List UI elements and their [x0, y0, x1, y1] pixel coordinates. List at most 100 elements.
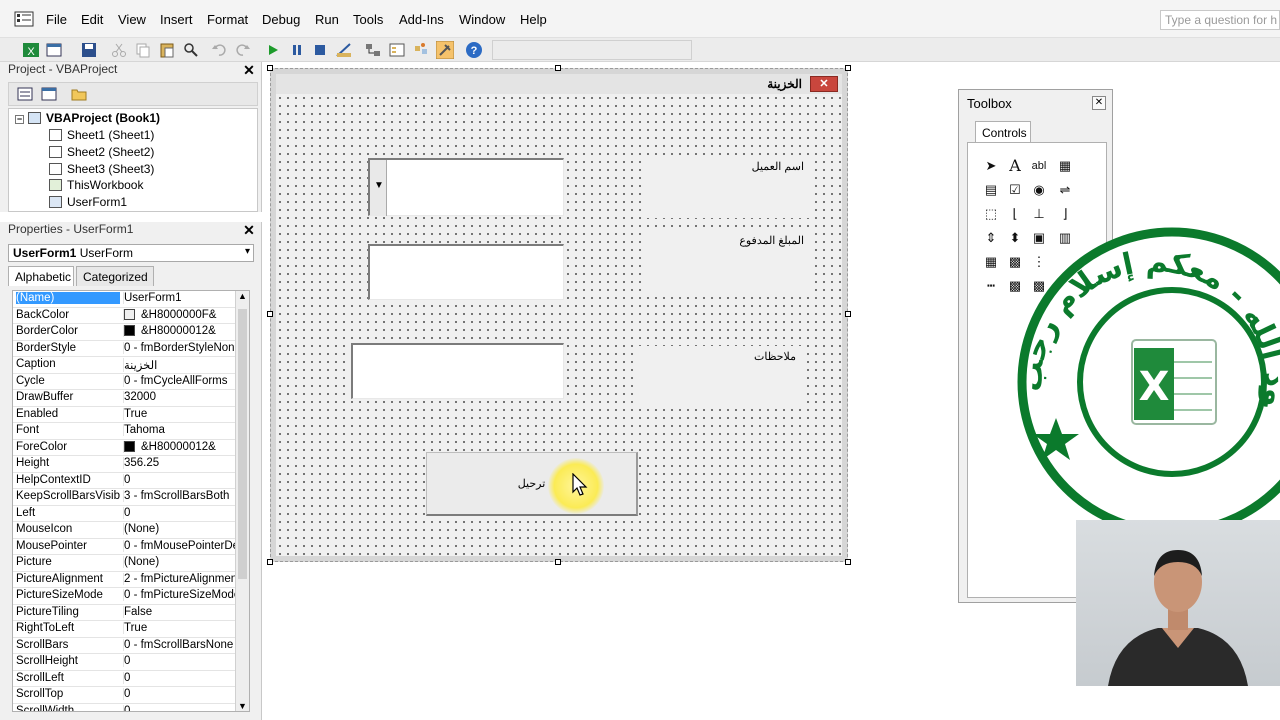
resize-handle[interactable] — [555, 559, 561, 565]
resize-handle[interactable] — [845, 559, 851, 565]
resize-handle[interactable] — [267, 65, 273, 71]
property-value[interactable]: 32000 — [123, 391, 235, 403]
pause-icon[interactable] — [288, 41, 306, 59]
textbox-tool-icon[interactable]: abl — [1030, 157, 1048, 175]
property-value[interactable]: True — [123, 622, 235, 634]
property-row[interactable]: BorderStyle 0 - fmBorderStyleNone — [13, 341, 237, 357]
paste-icon[interactable] — [158, 41, 176, 59]
property-value[interactable]: 2 - fmPictureAlignmentCenter — [123, 572, 235, 585]
property-row[interactable]: (Name) UserForm1 — [13, 291, 237, 308]
property-row[interactable]: Font Tahoma — [13, 423, 237, 440]
close-icon[interactable]: ✕ — [242, 223, 256, 237]
tab-controls[interactable]: Controls — [975, 121, 1031, 143]
tree-item-sheet2[interactable]: Sheet2 (Sheet2) — [49, 145, 154, 161]
property-value[interactable]: 0 — [123, 506, 235, 519]
property-value[interactable]: 0 - fmScrollBarsNone — [123, 638, 235, 651]
close-icon[interactable]: ✕ — [810, 76, 838, 92]
menu-window[interactable]: Window — [459, 12, 505, 27]
project-explorer-icon[interactable] — [364, 41, 382, 59]
property-row[interactable]: Height 356.25 — [13, 456, 237, 473]
property-value[interactable]: 0 - fmBorderStyleNone — [123, 341, 235, 354]
property-value[interactable]: 0 — [123, 473, 235, 486]
property-row[interactable]: PictureTiling False — [13, 605, 237, 621]
run-icon[interactable] — [264, 41, 282, 59]
togglebutton-tool-icon[interactable]: ⇌ — [1056, 181, 1074, 199]
property-row[interactable]: RightToLeft True — [13, 621, 237, 638]
property-row[interactable]: Caption الخزينة — [13, 357, 237, 374]
resize-handle[interactable] — [267, 311, 273, 317]
menu-edit[interactable]: Edit — [81, 12, 103, 27]
ask-question-input[interactable]: Type a question for h — [1160, 10, 1280, 30]
property-value[interactable]: 0 - fmMousePointerDefault — [123, 539, 235, 552]
property-value[interactable]: 356.25 — [123, 457, 235, 469]
toolbox-icon[interactable] — [436, 41, 454, 59]
object-selector-dropdown[interactable]: UserForm1 UserForm ▾ — [8, 244, 254, 262]
property-row[interactable]: ScrollWidth 0 — [13, 704, 237, 711]
redo-icon[interactable] — [234, 41, 252, 59]
property-value[interactable]: (None) — [123, 523, 235, 535]
post-button[interactable]: ترحيل — [426, 452, 638, 516]
label-tool-icon[interactable]: A — [1006, 157, 1024, 175]
scroll-down-icon[interactable]: ▼ — [238, 701, 247, 711]
property-row[interactable]: Picture (None) — [13, 555, 237, 572]
optionbutton-tool-icon[interactable]: ◉ — [1030, 181, 1048, 199]
property-value[interactable]: 0 — [123, 704, 235, 711]
chevron-down-icon[interactable]: ▼ — [374, 180, 384, 191]
chevron-down-icon[interactable]: ▾ — [245, 246, 250, 257]
property-row[interactable]: PictureAlignment 2 - fmPictureAlignmentCe… — [13, 572, 237, 588]
property-value[interactable]: 0 — [123, 655, 235, 667]
menu-debug[interactable]: Debug — [262, 12, 300, 27]
tabstrip-tool-icon[interactable]: ⊥ — [1030, 205, 1048, 223]
object-browser-icon[interactable] — [412, 41, 430, 59]
menu-help[interactable]: Help — [520, 12, 547, 27]
reset-icon[interactable] — [311, 41, 329, 59]
folder-icon[interactable] — [71, 87, 87, 101]
property-value[interactable]: &H80000012& — [123, 440, 235, 453]
listbox-tool-icon[interactable]: ▤ — [982, 181, 1000, 199]
property-value[interactable]: False — [123, 605, 235, 618]
property-row[interactable]: ScrollTop 0 — [13, 687, 237, 704]
property-row[interactable]: Left 0 — [13, 506, 237, 522]
scrollbar-tool-icon[interactable]: ⇕ — [982, 229, 1000, 247]
customer-combobox[interactable]: ▼ — [368, 158, 564, 216]
properties-scrollbar[interactable]: ▲ ▼ — [235, 291, 249, 711]
property-value[interactable]: &H8000000F& — [123, 308, 235, 321]
menu-format[interactable]: Format — [207, 12, 248, 27]
tree-root[interactable]: − VBAProject (Book1) — [15, 111, 160, 127]
property-value[interactable]: 0 - fmPictureSizeModeClip — [123, 589, 235, 601]
property-row[interactable]: MouseIcon (None) — [13, 522, 237, 539]
property-value[interactable]: &H80000012& — [123, 325, 235, 337]
tree-item-sheet3[interactable]: Sheet3 (Sheet3) — [49, 162, 154, 178]
menu-run[interactable]: Run — [315, 12, 339, 27]
combobox-dropdown-button[interactable]: ▼ — [370, 160, 387, 216]
property-row[interactable]: ScrollHeight 0 — [13, 654, 237, 671]
copy-icon[interactable] — [134, 41, 152, 59]
menu-view[interactable]: View — [118, 12, 146, 27]
property-row[interactable]: MousePointer 0 - fmMousePointerDefault — [13, 539, 237, 555]
grid-tool-icon[interactable]: ▦ — [982, 253, 1000, 271]
property-row[interactable]: DrawBuffer 32000 — [13, 390, 237, 407]
select-objects-icon[interactable]: ➤ — [982, 157, 1000, 175]
view-object-icon[interactable] — [41, 87, 57, 101]
properties-window-icon[interactable] — [388, 41, 406, 59]
design-mode-icon[interactable] — [335, 41, 353, 59]
excel-view-icon[interactable]: X — [22, 41, 40, 59]
menu-add-ins[interactable]: Add-Ins — [399, 12, 444, 27]
vba-editor-icon[interactable] — [14, 11, 34, 27]
amount-paid-textbox[interactable] — [368, 244, 564, 300]
property-value[interactable]: 0 - fmCycleAllForms — [123, 374, 235, 387]
combobox-tool-icon[interactable]: ▦ — [1056, 157, 1074, 175]
property-value[interactable]: الخزينة — [123, 358, 235, 372]
scrollbar-thumb[interactable] — [238, 309, 247, 579]
property-row[interactable]: HelpContextID 0 — [13, 473, 237, 489]
view-code-icon[interactable] — [17, 87, 33, 101]
insert-userform-icon[interactable] — [46, 41, 64, 59]
property-row[interactable]: KeepScrollBarsVisible 3 - fmScrollBarsBot… — [13, 489, 237, 506]
scroll-up-icon[interactable]: ▲ — [238, 291, 247, 301]
resize-handle[interactable] — [845, 65, 851, 71]
property-value[interactable]: 3 - fmScrollBarsBoth — [123, 490, 235, 502]
frame-tool-icon[interactable]: ⬚ — [982, 205, 1000, 223]
cut-icon[interactable] — [110, 41, 128, 59]
property-row[interactable]: BorderColor &H80000012& — [13, 324, 237, 341]
close-icon[interactable]: ✕ — [242, 63, 256, 77]
